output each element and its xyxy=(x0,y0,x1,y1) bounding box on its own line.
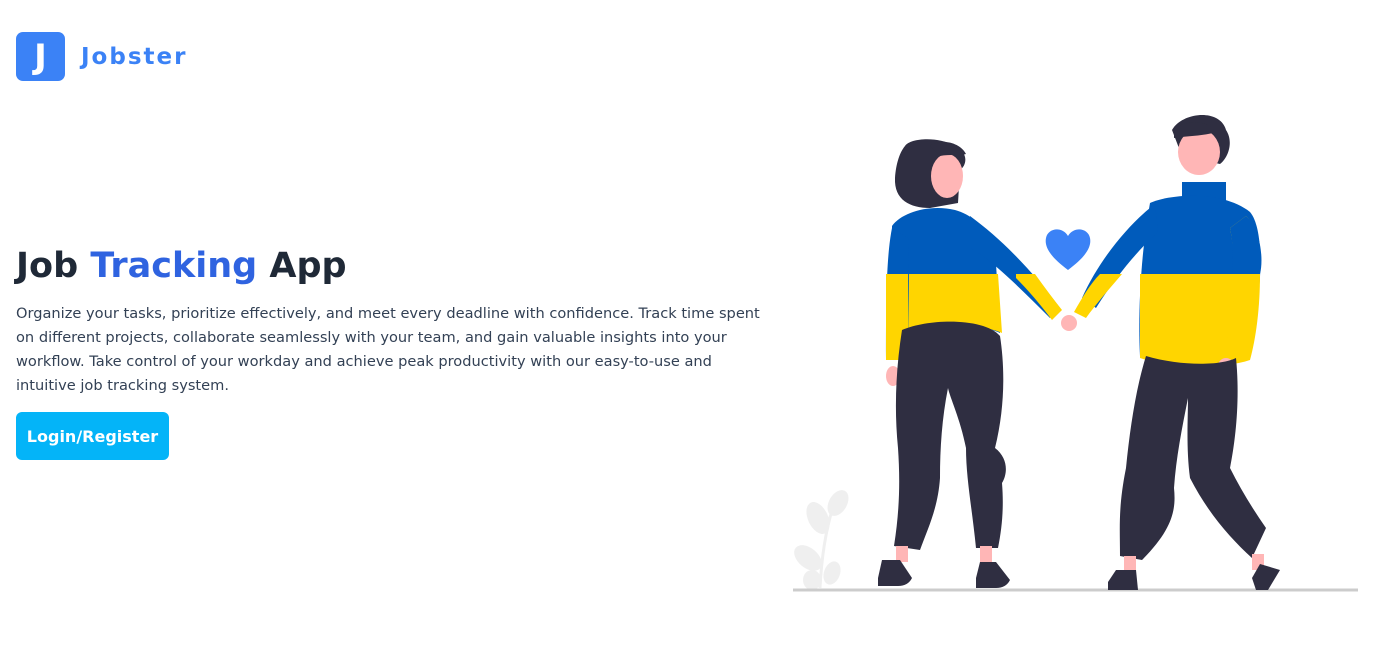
plant-icon xyxy=(794,490,849,590)
woman-figure xyxy=(878,139,1062,588)
login-register-button[interactable]: Login/Register xyxy=(16,412,169,460)
page-title: Job Tracking App xyxy=(16,244,776,288)
couple-illustration xyxy=(790,108,1362,598)
hero-section: Job Tracking App Organize your tasks, pr… xyxy=(16,244,776,460)
title-part-1: Job xyxy=(16,246,91,286)
title-accent: Tracking xyxy=(90,246,258,286)
logo-icon[interactable]: J xyxy=(16,32,65,81)
heart-icon xyxy=(1045,229,1091,270)
navbar: J Jobster xyxy=(16,32,187,81)
hands-icon xyxy=(1061,315,1077,331)
hero-description: Organize your tasks, prioritize effectiv… xyxy=(16,305,760,394)
title-part-2: App xyxy=(257,246,347,286)
brand-name[interactable]: Jobster xyxy=(81,44,187,70)
man-figure xyxy=(1074,114,1280,590)
